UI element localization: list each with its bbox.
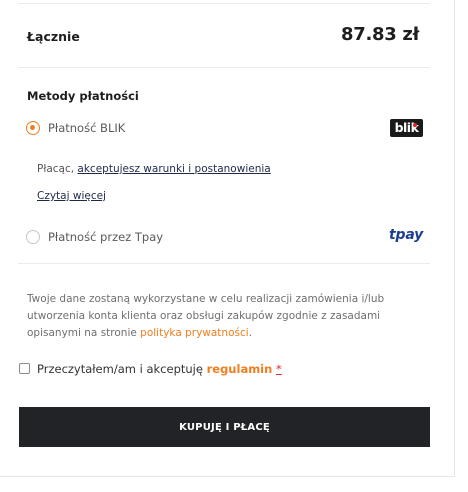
divider	[18, 67, 430, 68]
required-mark: *	[275, 362, 282, 376]
radio-blik[interactable]	[26, 121, 40, 135]
buy-and-pay-button[interactable]: KUPUJĘ I PŁACĘ	[19, 407, 430, 447]
total-label: Łącznie	[27, 29, 80, 44]
terms-checkbox[interactable]	[19, 363, 30, 374]
consent-label: Przeczytałem/am i akceptuję regulamin *	[37, 362, 282, 376]
radio-tpay[interactable]	[26, 230, 40, 244]
tpay-logo-icon: tpay	[389, 227, 424, 243]
privacy-policy-link[interactable]: polityka prywatności	[140, 327, 249, 339]
read-more-link[interactable]: Czytaj więcej	[37, 190, 106, 202]
total-value: 87.83 zł	[341, 24, 419, 45]
divider	[18, 3, 430, 4]
blik-logo-icon: blik	[390, 119, 423, 137]
privacy-notice: Twoje dane zostaną wykorzystane w celu r…	[27, 291, 422, 342]
privacy-text-end: .	[248, 327, 253, 339]
terms-link[interactable]: akceptujesz warunki i postanowienia	[77, 163, 270, 175]
checkout-panel: Łącznie 87.83 zł Metody płatności Płatno…	[0, 0, 455, 477]
divider	[18, 263, 430, 264]
payment-method-tpay-label[interactable]: Płatność przez Tpay	[48, 230, 163, 244]
consent-text: Przeczytałem/am i akceptuję	[37, 362, 203, 376]
regulations-link[interactable]: regulamin	[207, 362, 273, 376]
terms-prefix: Płacąc,	[37, 163, 75, 175]
terms-text: Płacąc, akceptujesz warunki i postanowie…	[37, 163, 271, 175]
payment-method-blik-label[interactable]: Płatność BLIK	[48, 121, 125, 135]
payment-methods-title: Metody płatności	[27, 89, 139, 103]
